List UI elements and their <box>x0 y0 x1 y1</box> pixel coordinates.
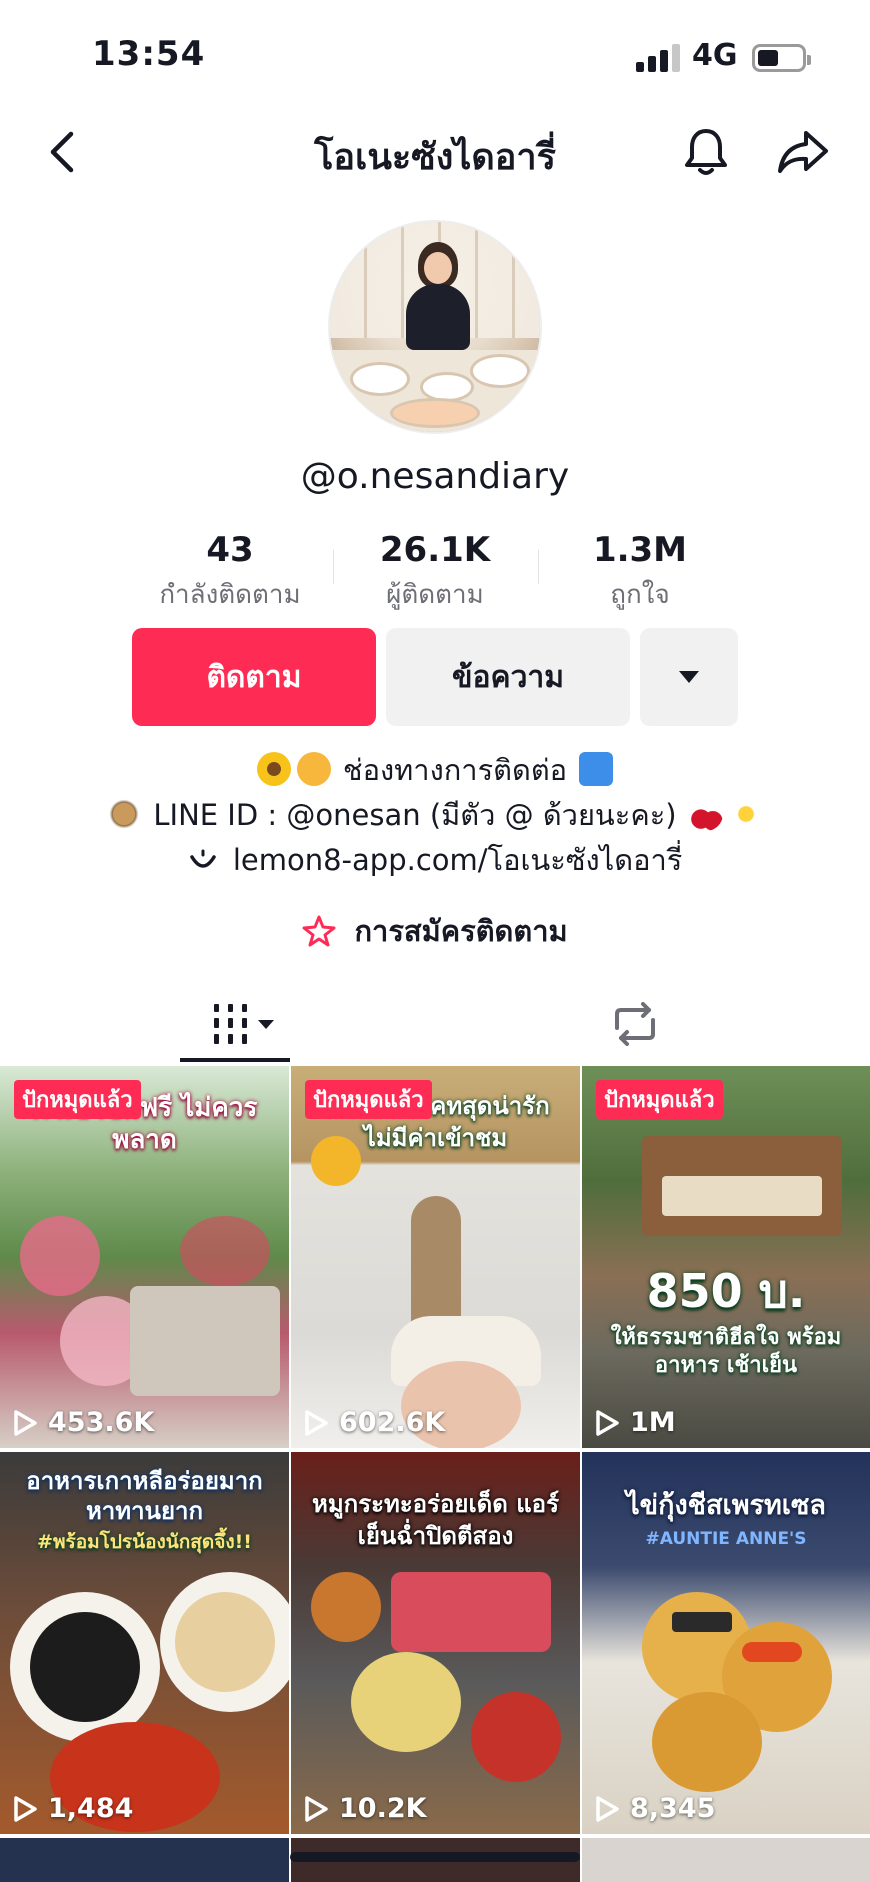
view-count: 10.2K <box>303 1793 427 1824</box>
divider <box>333 550 334 584</box>
video-headline: หมูกระทะอร่อยเด็ด แอร์เย็นฉ่ำปิดตีสอง <box>312 1490 559 1550</box>
status-time: 13:54 <box>92 34 206 74</box>
view-count: 1,484 <box>12 1793 133 1824</box>
view-count-value: 1,484 <box>48 1793 134 1824</box>
cat-icon <box>296 752 331 786</box>
suggested-accounts-button[interactable] <box>640 628 738 726</box>
video-tile[interactable]: 850 บ. ให้ธรรมชาติฮีลใจ พร้อมอาหาร เช้าเ… <box>582 1066 870 1448</box>
video-headline: ไข่กุ้งชีสเพรทเซล <box>626 1490 826 1521</box>
video-grid: ค่าเข้าชมฟรี ไม่ควรพลาด ปักหมุดแล้ว 453.… <box>0 1066 870 1882</box>
stat-value: 1.3M <box>592 530 688 570</box>
planet-icon <box>107 797 142 831</box>
page-title: โอเนะซังไดอารี่ <box>314 137 556 178</box>
follow-button[interactable]: ติดตาม <box>132 628 376 726</box>
link-icon <box>189 849 216 868</box>
stat-label: ถูกใจ <box>610 580 670 610</box>
play-icon <box>305 1795 328 1822</box>
content-tabs <box>0 980 870 1064</box>
divider <box>538 550 539 584</box>
pinned-badge: ปักหมุดแล้ว <box>596 1080 723 1119</box>
view-count-value: 602.6K <box>339 1407 446 1438</box>
video-subtitle: ให้ธรรมชาติฮีลใจ พร้อมอาหาร เช้าเย็น <box>610 1325 842 1378</box>
stat-value: 43 <box>206 530 254 570</box>
profile-actions: ติดตาม ข้อความ <box>132 628 738 726</box>
bio-text: ช่องทางการติดต่อ <box>342 753 568 787</box>
subscription-link[interactable]: การสมัครติดตาม <box>0 908 870 954</box>
stat-value: 26.1K <box>379 530 491 570</box>
bio-text: LINE ID : @onesan (มีตัว @ ด้วยนะคะ) <box>153 798 677 832</box>
video-headline: 850 บ. <box>646 1264 806 1318</box>
bio-line-contact: ช่องทางการติดต่อ <box>0 748 870 793</box>
cherries-icon <box>688 797 723 831</box>
bio: ช่องทางการติดต่อ LINE ID : @onesan (มีตั… <box>0 748 870 883</box>
share-arrow-icon <box>778 131 828 173</box>
view-count-value: 1M <box>630 1407 676 1438</box>
bio-link[interactable]: lemon8-app.com/โอเนะซังไดอารี่ <box>0 838 870 883</box>
share-button[interactable] <box>774 124 832 180</box>
avatar[interactable] <box>328 220 542 434</box>
pinned-badge: ปักหมุดแล้ว <box>14 1080 141 1119</box>
arrow-down-left-icon <box>579 752 614 786</box>
play-icon <box>596 1795 619 1822</box>
sunflower-icon <box>256 752 291 786</box>
view-count: 602.6K <box>303 1407 445 1438</box>
username-handle: @o.nesandiary <box>300 456 570 497</box>
subscription-label: การสมัครติดตาม <box>354 914 568 948</box>
video-tile[interactable]: อาหารเกาหลีอร่อยมาก หาทานยาก #พร้อมโปรน้… <box>0 1452 289 1834</box>
message-button[interactable]: ข้อความ <box>386 628 630 726</box>
stat-label: ผู้ติดตาม <box>386 580 484 610</box>
repost-icon <box>615 1002 655 1046</box>
signal-icon <box>636 44 680 72</box>
video-tile[interactable]: หมูกระทะอร่อยเด็ด แอร์เย็นฉ่ำปิดตีสอง 10… <box>291 1452 580 1834</box>
star-burst-icon <box>302 915 336 947</box>
tab-reposts[interactable] <box>600 994 670 1054</box>
notification-button[interactable] <box>678 124 734 180</box>
play-icon <box>14 1795 37 1822</box>
stat-label: กำลังติดตาม <box>159 580 301 610</box>
view-count: 1M <box>594 1407 676 1438</box>
video-headline: อาหารเกาหลีอร่อยมาก หาทานยาก <box>26 1467 263 1525</box>
tab-videos[interactable] <box>200 994 290 1054</box>
profile-stats: 43 กำลังติดตาม 26.1K ผู้ติดตาม 1.3M ถูกใ… <box>130 530 740 610</box>
view-count-value: 10.2K <box>339 1793 427 1824</box>
caret-down-icon <box>679 671 699 683</box>
battery-icon <box>752 44 811 72</box>
play-icon <box>14 1409 37 1436</box>
video-tile[interactable]: น้องเมียร์แคทสุดน่ารัก ไม่มีค่าเข้าชม ปั… <box>291 1066 580 1448</box>
home-indicator <box>290 1852 580 1862</box>
bio-link-text: lemon8-app.com/โอเนะซังไดอารี่ <box>232 843 683 877</box>
video-subtitle: #AUNTIE ANNE'S <box>645 1529 807 1549</box>
video-subtitle: #พร้อมโปรน้องนักสุดจึ้ง!! <box>37 1531 252 1553</box>
status-bar: 13:54 4G <box>0 0 870 110</box>
view-count-value: 8,345 <box>630 1793 716 1824</box>
sparkles-icon <box>728 797 763 831</box>
bio-line-line-id: LINE ID : @onesan (มีตัว @ ด้วยนะคะ) <box>0 793 870 838</box>
view-count-value: 453.6K <box>48 1407 155 1438</box>
stat-likes[interactable]: 1.3M ถูกใจ <box>540 530 740 615</box>
video-tile[interactable]: ค่าเข้าชมฟรี ไม่ควรพลาด ปักหมุดแล้ว 453.… <box>0 1066 289 1448</box>
play-icon <box>305 1409 328 1436</box>
video-tile[interactable] <box>582 1838 870 1882</box>
view-count: 8,345 <box>594 1793 715 1824</box>
view-count: 453.6K <box>12 1407 154 1438</box>
stat-following[interactable]: 43 กำลังติดตาม <box>130 530 330 615</box>
stat-followers[interactable]: 26.1K ผู้ติดตาม <box>335 530 535 615</box>
tab-active-indicator <box>180 1058 290 1062</box>
network-type: 4G <box>692 38 738 73</box>
bell-icon <box>685 129 727 175</box>
video-tile[interactable]: ไข่กุ้งชีสเพรทเซล #AUNTIE ANNE'S 8,345 <box>582 1452 870 1834</box>
top-bar: โอเนะซังไดอารี่ <box>0 110 870 194</box>
video-tile[interactable] <box>0 1838 289 1882</box>
pinned-badge: ปักหมุดแล้ว <box>305 1080 432 1119</box>
grid-icon <box>214 1004 274 1044</box>
play-icon <box>596 1409 619 1436</box>
